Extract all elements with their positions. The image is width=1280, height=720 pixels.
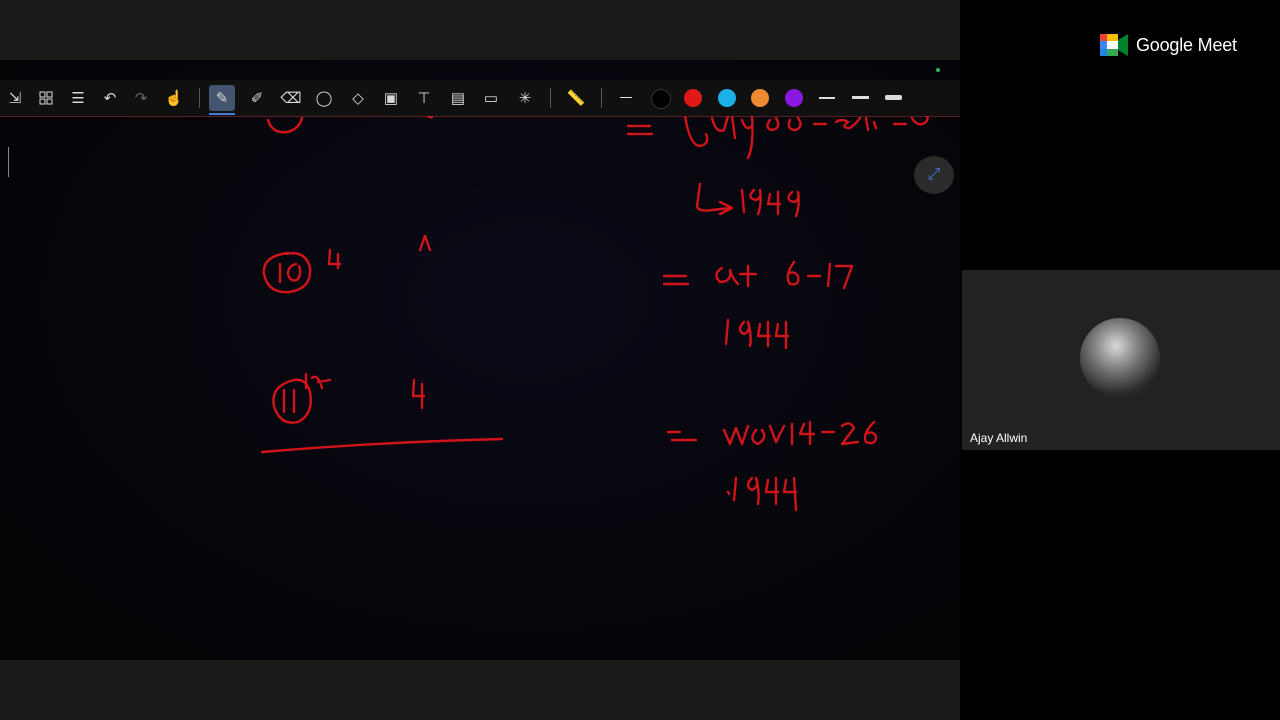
toolbar-separator <box>550 88 551 108</box>
stroke-thin[interactable] <box>819 97 835 99</box>
highlighter-icon[interactable]: ✐ <box>244 85 270 111</box>
participant-name: Ajay Allwin <box>970 431 1028 445</box>
meet-brand-text: Google Meet <box>1136 34 1237 55</box>
color-black[interactable] <box>651 89 671 109</box>
image-icon[interactable]: ▣ <box>378 85 404 111</box>
color-purple[interactable] <box>785 89 803 107</box>
pen-icon[interactable]: ✎ <box>209 85 235 115</box>
thin-line-option[interactable] <box>620 97 632 98</box>
toolbar-separator <box>199 88 200 108</box>
handwriting-ink <box>260 116 929 512</box>
color-red[interactable] <box>684 89 702 107</box>
screen-bottom-bar <box>0 660 960 720</box>
list-icon[interactable]: ☰ <box>65 85 91 111</box>
google-meet-logo: Google Meet <box>1100 34 1237 56</box>
chart-icon[interactable]: ▭ <box>478 85 504 111</box>
collapse-icon[interactable]: ⇲ <box>2 85 28 111</box>
stroke-thick[interactable] <box>885 95 902 100</box>
participant-avatar <box>1080 318 1160 398</box>
status-dot <box>936 68 940 72</box>
whiteboard-fab-button[interactable]: ⤢ <box>914 156 954 194</box>
redo-icon[interactable]: ↷ <box>128 85 154 111</box>
ruler-icon[interactable]: 📏 <box>563 85 589 111</box>
color-orange[interactable] <box>751 89 769 107</box>
grid-icon[interactable] <box>33 85 59 111</box>
meet-logo-icon <box>1100 34 1128 56</box>
laser-pointer-icon[interactable]: ✳ <box>512 85 538 111</box>
shapes-icon[interactable]: ◇ <box>345 85 371 111</box>
whiteboard-toolbar: ⇲ ☰ ↶ ↷ ☝ ✎ ✐ ⌫ ◯ ◇ ▣ ⊤ ▤ ▭ ✳ 📏 <box>0 80 960 117</box>
toolbar-separator <box>601 88 602 108</box>
select-hand-icon[interactable]: ☝ <box>161 85 187 111</box>
lasso-icon[interactable]: ◯ <box>311 85 337 111</box>
text-box-icon[interactable]: ⊤ <box>411 85 437 111</box>
stroke-medium[interactable] <box>852 96 869 99</box>
table-icon[interactable]: ▤ <box>445 85 471 111</box>
participant-tile[interactable]: Ajay Allwin <box>962 270 1280 450</box>
undo-icon[interactable]: ↶ <box>97 85 123 111</box>
eraser-icon[interactable]: ⌫ <box>278 85 304 111</box>
color-cyan[interactable] <box>718 89 736 107</box>
